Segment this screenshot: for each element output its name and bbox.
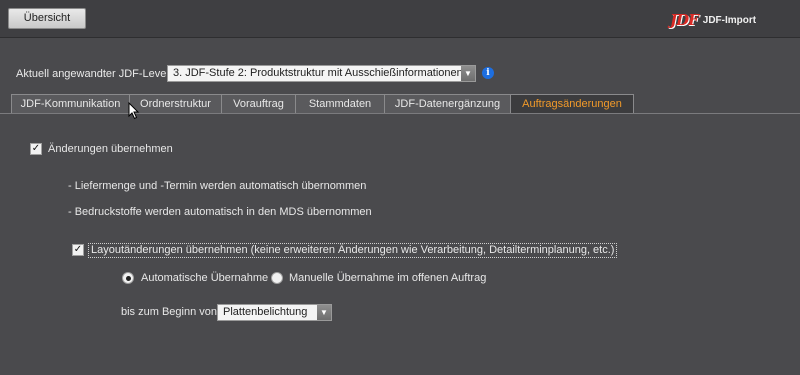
- jdf-level-label: Aktuell angewandter JDF-Level:: [16, 68, 172, 80]
- chevron-down-icon[interactable]: ▼: [317, 305, 331, 320]
- layout-changes-checkbox[interactable]: ✓: [72, 244, 84, 256]
- overview-button[interactable]: Übersicht: [8, 8, 86, 29]
- apply-changes-checkbox[interactable]: ✓: [30, 143, 42, 155]
- radio-manual-label: Manuelle Übernahme im offenen Auftrag: [289, 272, 487, 284]
- radio-manual[interactable]: [271, 272, 283, 284]
- layout-changes-label: Layoutänderungen übernehmen (keine erwei…: [88, 243, 618, 258]
- tab-jdf-kommunikation[interactable]: JDF-Kommunikation: [11, 94, 130, 113]
- tab-stammdaten[interactable]: Stammdaten: [295, 94, 385, 113]
- tab-auftragsaenderungen[interactable]: Auftragsänderungen: [510, 94, 634, 113]
- until-select[interactable]: Plattenbelichtung ▼: [217, 304, 332, 321]
- tab-vorauftrag[interactable]: Vorauftrag: [221, 94, 296, 113]
- apply-changes-label: Änderungen übernehmen: [48, 143, 173, 155]
- jdf-logo-mark: JDF: [670, 11, 699, 29]
- tab-ordnerstruktur[interactable]: Ordnerstruktur: [129, 94, 222, 113]
- until-value: Plattenbelichtung: [223, 306, 308, 318]
- info-icon[interactable]: i: [482, 67, 494, 79]
- note-delivery: - Liefermenge und -Termin werden automat…: [68, 180, 367, 192]
- mouse-cursor-icon: [128, 102, 140, 120]
- jdf-level-value: 3. JDF-Stufe 2: Produktstruktur mit Auss…: [173, 67, 463, 79]
- jdf-import-title: JDF-Import: [702, 14, 757, 26]
- jdf-level-select[interactable]: 3. JDF-Stufe 2: Produktstruktur mit Auss…: [167, 65, 476, 82]
- chevron-down-icon[interactable]: ▼: [461, 66, 475, 81]
- top-bar: Übersicht JDF JDF-Import: [0, 0, 800, 38]
- tab-divider: [0, 113, 800, 114]
- note-substrates: - Bedruckstoffe werden automatisch in de…: [68, 206, 372, 218]
- jdf-logo: JDF JDF-Import: [670, 11, 756, 29]
- radio-automatic-label: Automatische Übernahme: [141, 272, 269, 284]
- radio-selected-dot: [125, 275, 131, 281]
- radio-automatic[interactable]: [122, 272, 134, 284]
- tab-jdf-datenergaenzung[interactable]: JDF-Datenergänzung: [384, 94, 511, 113]
- until-label: bis zum Beginn von: [121, 306, 217, 318]
- tab-bar: JDF-Kommunikation Ordnerstruktur Vorauft…: [11, 94, 634, 113]
